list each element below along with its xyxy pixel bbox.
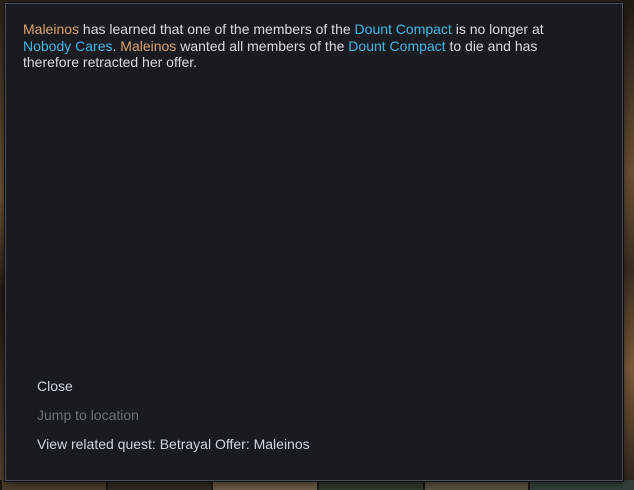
background-edge-right xyxy=(622,0,634,490)
dialog-actions: Close Jump to location View related ques… xyxy=(37,378,310,465)
notification-message: Maleinos has learned that one of the mem… xyxy=(23,21,583,71)
character-name[interactable]: Maleinos xyxy=(23,21,79,37)
jump-to-location-button: Jump to location xyxy=(37,407,139,423)
faction-name[interactable]: Nobody Cares xyxy=(23,38,113,54)
message-text: has learned that one of the members of t… xyxy=(79,21,355,37)
faction-name[interactable]: Dount Compact xyxy=(355,21,452,37)
message-text: is no longer at xyxy=(451,21,544,37)
close-button[interactable]: Close xyxy=(37,378,310,407)
notification-dialog: Maleinos has learned that one of the mem… xyxy=(5,3,623,481)
view-related-quest-button[interactable]: View related quest: Betrayal Offer: Male… xyxy=(37,436,310,465)
message-text: wanted all members of the xyxy=(176,37,349,54)
background-bottom-strip xyxy=(0,480,634,490)
character-name[interactable]: Maleinos xyxy=(120,38,176,54)
faction-name[interactable]: Dount Compact xyxy=(348,38,445,54)
